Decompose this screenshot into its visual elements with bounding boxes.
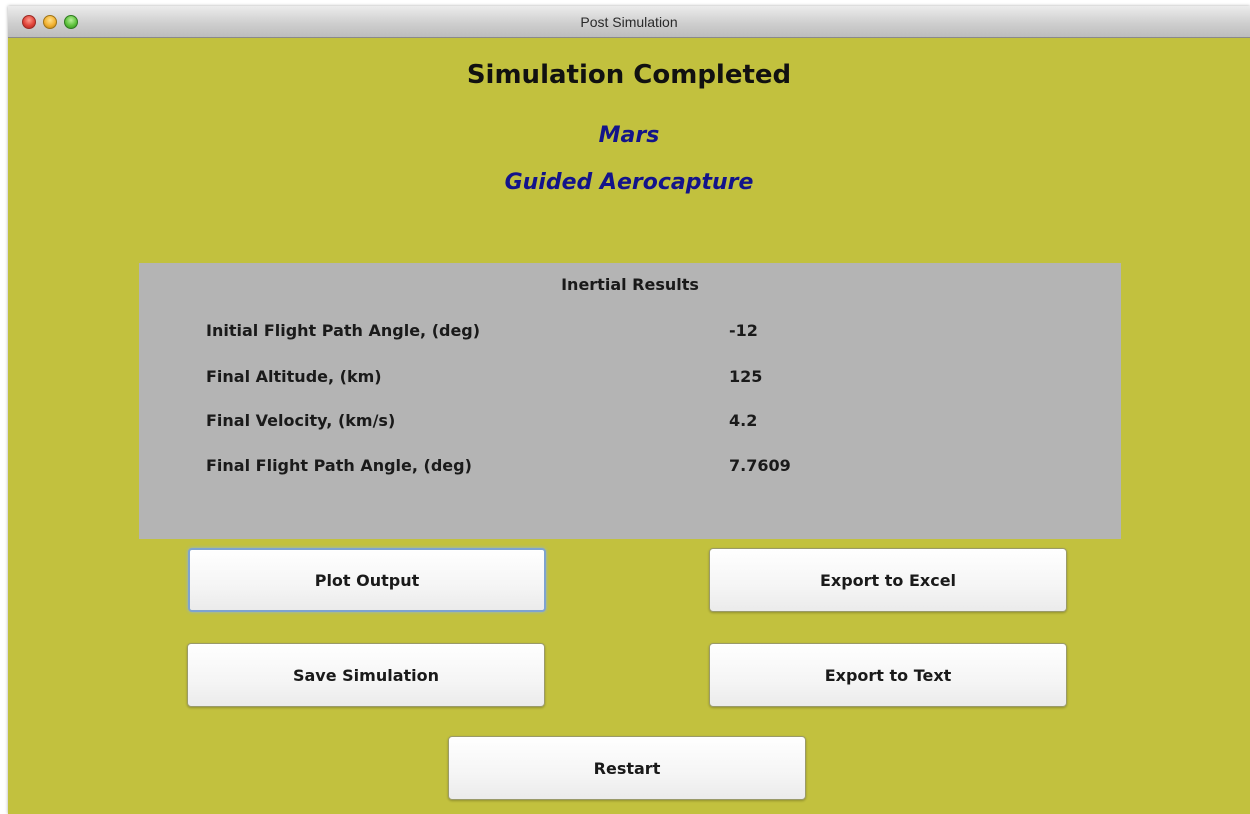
restart-button[interactable]: Restart (448, 736, 806, 800)
result-row-final-fpa: Final Flight Path Angle, (deg) 7.7609 (139, 456, 1121, 480)
post-simulation-window: Post Simulation Simulation Completed Mar… (8, 6, 1250, 814)
inertial-results-panel: Inertial Results Initial Flight Path Ang… (139, 263, 1121, 539)
result-row-initial-fpa: Initial Flight Path Angle, (deg) -12 (139, 321, 1121, 345)
result-label: Final Altitude, (km) (206, 367, 382, 386)
page-title: Simulation Completed (466, 60, 792, 90)
result-row-final-velocity: Final Velocity, (km/s) 4.2 (139, 411, 1121, 435)
export-to-text-button[interactable]: Export to Text (709, 643, 1067, 707)
result-label: Final Velocity, (km/s) (206, 411, 396, 430)
mission-type: Guided Aerocapture (504, 170, 754, 195)
result-label: Final Flight Path Angle, (deg) (206, 456, 472, 475)
window-title: Post Simulation (580, 14, 678, 30)
save-simulation-button[interactable]: Save Simulation (187, 643, 545, 707)
result-label: Initial Flight Path Angle, (deg) (206, 321, 481, 340)
results-title: Inertial Results (561, 275, 699, 294)
result-row-final-altitude: Final Altitude, (km) 125 (139, 367, 1121, 391)
planet-name: Mars (598, 123, 660, 148)
plot-output-button[interactable]: Plot Output (188, 548, 546, 612)
result-value: 4.2 (729, 411, 758, 430)
result-value: -12 (729, 321, 758, 340)
result-value: 125 (729, 367, 763, 386)
export-to-excel-button[interactable]: Export to Excel (709, 548, 1067, 612)
title-bar[interactable]: Post Simulation (8, 6, 1250, 38)
result-value: 7.7609 (729, 456, 791, 475)
